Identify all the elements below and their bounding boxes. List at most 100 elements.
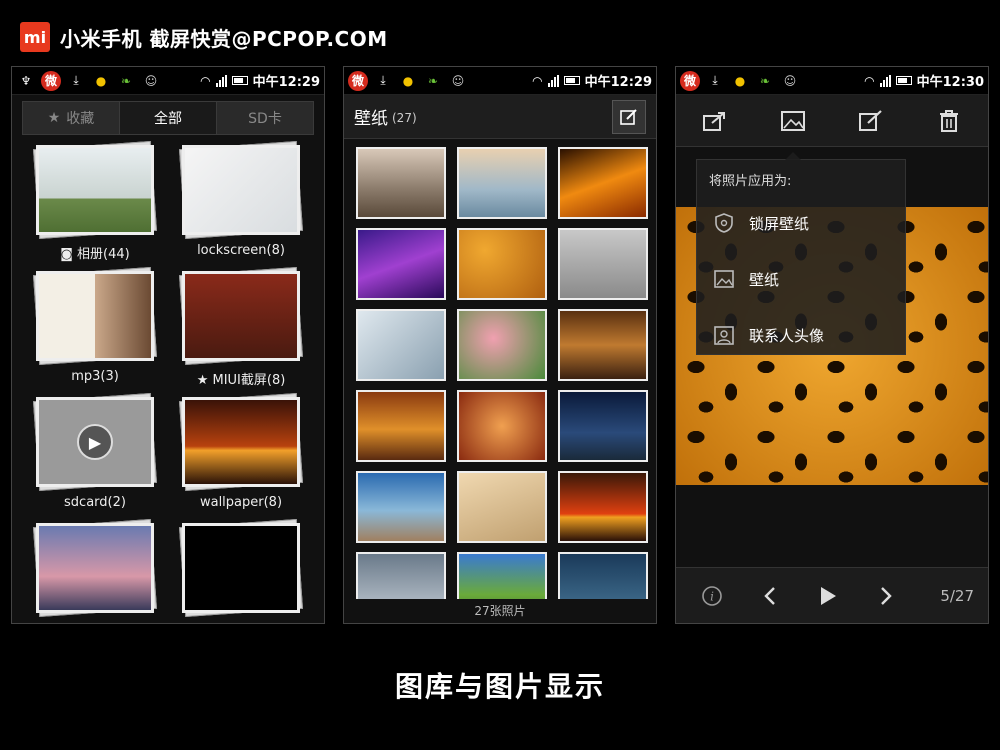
camera-icon: ◙ xyxy=(60,247,73,262)
album-item[interactable] xyxy=(176,518,306,621)
thumbnail[interactable] xyxy=(457,228,547,300)
next-button[interactable] xyxy=(864,585,908,607)
menu-item-wallpaper[interactable]: 壁纸 xyxy=(697,251,905,307)
thumbnail[interactable] xyxy=(558,228,648,300)
album-miui-screenshots[interactable]: ★ MIUI截屏(8) xyxy=(176,266,306,388)
edit-button[interactable] xyxy=(612,99,646,134)
thumbnail[interactable] xyxy=(457,309,547,381)
qq-icon: ● xyxy=(402,73,414,88)
album-sdcard[interactable]: ▶ sdcard(2) xyxy=(30,392,160,510)
album-count: (27) xyxy=(392,111,417,125)
page-indicator: 5/27 xyxy=(940,586,974,605)
thumbnail[interactable] xyxy=(558,309,648,381)
battery-icon xyxy=(231,76,248,85)
album-camera[interactable]: ◙ 相册(44) xyxy=(30,140,160,262)
thumbnail[interactable] xyxy=(558,147,648,219)
thumbnail[interactable] xyxy=(457,390,547,462)
previous-button[interactable] xyxy=(748,585,792,607)
album-mp3[interactable]: mp3(3) xyxy=(30,266,160,384)
qq-icon: ● xyxy=(734,73,746,88)
album-title-bar: 壁纸 (27) xyxy=(344,95,656,139)
chevron-right-icon xyxy=(881,586,892,605)
edit-button[interactable] xyxy=(853,103,889,139)
photo-nav-bar: i 5/27 xyxy=(676,567,988,623)
tab-all[interactable]: 全部 xyxy=(119,102,217,134)
svg-text:i: i xyxy=(710,589,714,603)
wifi-icon: ◠ xyxy=(864,73,875,88)
signal-icon xyxy=(547,74,559,87)
image-icon xyxy=(781,110,805,131)
thumbnail[interactable] xyxy=(356,147,446,219)
chat-icon: ☺ xyxy=(451,73,465,88)
download-icon: ⤓ xyxy=(73,73,79,87)
play-icon: ▶ xyxy=(77,424,113,460)
star-icon: ★ xyxy=(47,110,61,126)
download-icon: ⤓ xyxy=(380,73,386,87)
header-title: 小米手机 截屏快赏@PCPOP.COM xyxy=(60,26,388,51)
album-tabs: ★ 收藏 全部 SD卡 xyxy=(22,101,314,135)
phone-screen-wallpaper: 微 ⤓ ● ❧ ☺ ◠ 中午12:29 壁纸 (27) 27张照片 xyxy=(343,66,657,624)
signal-icon xyxy=(215,74,227,87)
clock: 中午12:29 xyxy=(584,75,652,90)
thumbnail[interactable] xyxy=(356,471,446,543)
weibo-icon: 微 xyxy=(348,70,368,91)
album-title: 壁纸 xyxy=(354,109,388,129)
thumbnail[interactable] xyxy=(558,471,648,543)
info-button[interactable]: i xyxy=(690,585,734,607)
download-icon: ⤓ xyxy=(712,73,718,87)
peapod-icon: ❧ xyxy=(427,73,439,88)
thumbnail[interactable] xyxy=(558,390,648,462)
wifi-icon: ◠ xyxy=(532,73,543,88)
phone-screen-photo-view: 微 ⤓ ● ❧ ☺ ◠ 中午12:30 将照片应用为: 锁屏壁纸 壁纸 联系人头… xyxy=(675,66,989,624)
tab-favorites[interactable]: ★ 收藏 xyxy=(23,102,119,134)
status-bar: ♆ 微 ⤓ ● ❧ ☺ ◠ 中午12:29 xyxy=(12,67,324,95)
album-lockscreen[interactable]: lockscreen(8) xyxy=(176,140,306,258)
album-item[interactable] xyxy=(30,518,160,621)
menu-item-contact-photo[interactable]: 联系人头像 xyxy=(697,307,905,363)
share-button[interactable] xyxy=(697,103,733,139)
trash-icon xyxy=(940,109,958,132)
phone-screen-albums: ♆ 微 ⤓ ● ❧ ☺ ◠ 中午12:29 ★ 收藏 全部 SD卡 ◙ 相册(4… xyxy=(11,66,325,624)
qq-icon: ● xyxy=(95,73,107,88)
info-icon: i xyxy=(702,585,722,606)
thumbnail[interactable] xyxy=(356,228,446,300)
star-icon: ★ xyxy=(196,373,209,388)
menu-item-lockscreen-wallpaper[interactable]: 锁屏壁纸 xyxy=(697,195,905,251)
thumbnail[interactable] xyxy=(356,309,446,381)
status-bar: 微 ⤓ ● ❧ ☺ ◠ 中午12:30 xyxy=(676,67,988,95)
album-grid: ◙ 相册(44) lockscreen(8) mp3(3) ★ MIUI截屏(8… xyxy=(12,135,324,618)
apply-photo-menu: 将照片应用为: 锁屏壁纸 壁纸 联系人头像 xyxy=(696,152,906,355)
image-icon xyxy=(714,270,734,288)
chevron-left-icon xyxy=(764,586,775,605)
thumbnail[interactable] xyxy=(457,147,547,219)
peapod-icon: ❧ xyxy=(759,73,771,88)
battery-icon xyxy=(563,76,580,85)
play-icon xyxy=(821,586,836,605)
caption: 图库与图片显示 xyxy=(394,670,605,703)
weibo-icon: 微 xyxy=(41,70,61,91)
album-wallpaper[interactable]: wallpaper(8) xyxy=(176,392,306,510)
play-slideshow-button[interactable] xyxy=(806,585,850,607)
thumbnail[interactable] xyxy=(457,471,547,543)
clock: 中午12:29 xyxy=(252,75,320,90)
delete-button[interactable] xyxy=(931,103,967,139)
chat-icon: ☺ xyxy=(144,73,158,88)
header: mi 小米手机 截屏快赏@PCPOP.COM xyxy=(20,20,388,54)
tab-sd-card[interactable]: SD卡 xyxy=(217,102,313,134)
thumbnail-grid xyxy=(356,147,648,623)
signal-icon xyxy=(879,74,891,87)
thumbnail[interactable] xyxy=(356,390,446,462)
weibo-icon: 微 xyxy=(680,70,700,91)
mi-logo: mi xyxy=(20,22,50,52)
battery-icon xyxy=(895,76,912,85)
share-icon xyxy=(703,111,725,131)
photo-toolbar xyxy=(676,95,988,147)
lock-screen-icon xyxy=(715,213,733,233)
peapod-icon: ❧ xyxy=(120,73,132,88)
edit-icon xyxy=(620,108,637,125)
photo-count-footer: 27张照片 xyxy=(344,599,656,623)
edit-icon xyxy=(859,109,882,131)
set-as-button[interactable] xyxy=(775,103,811,139)
menu-title: 将照片应用为: xyxy=(709,174,792,189)
usb-debug-icon: ♆ xyxy=(20,73,32,88)
